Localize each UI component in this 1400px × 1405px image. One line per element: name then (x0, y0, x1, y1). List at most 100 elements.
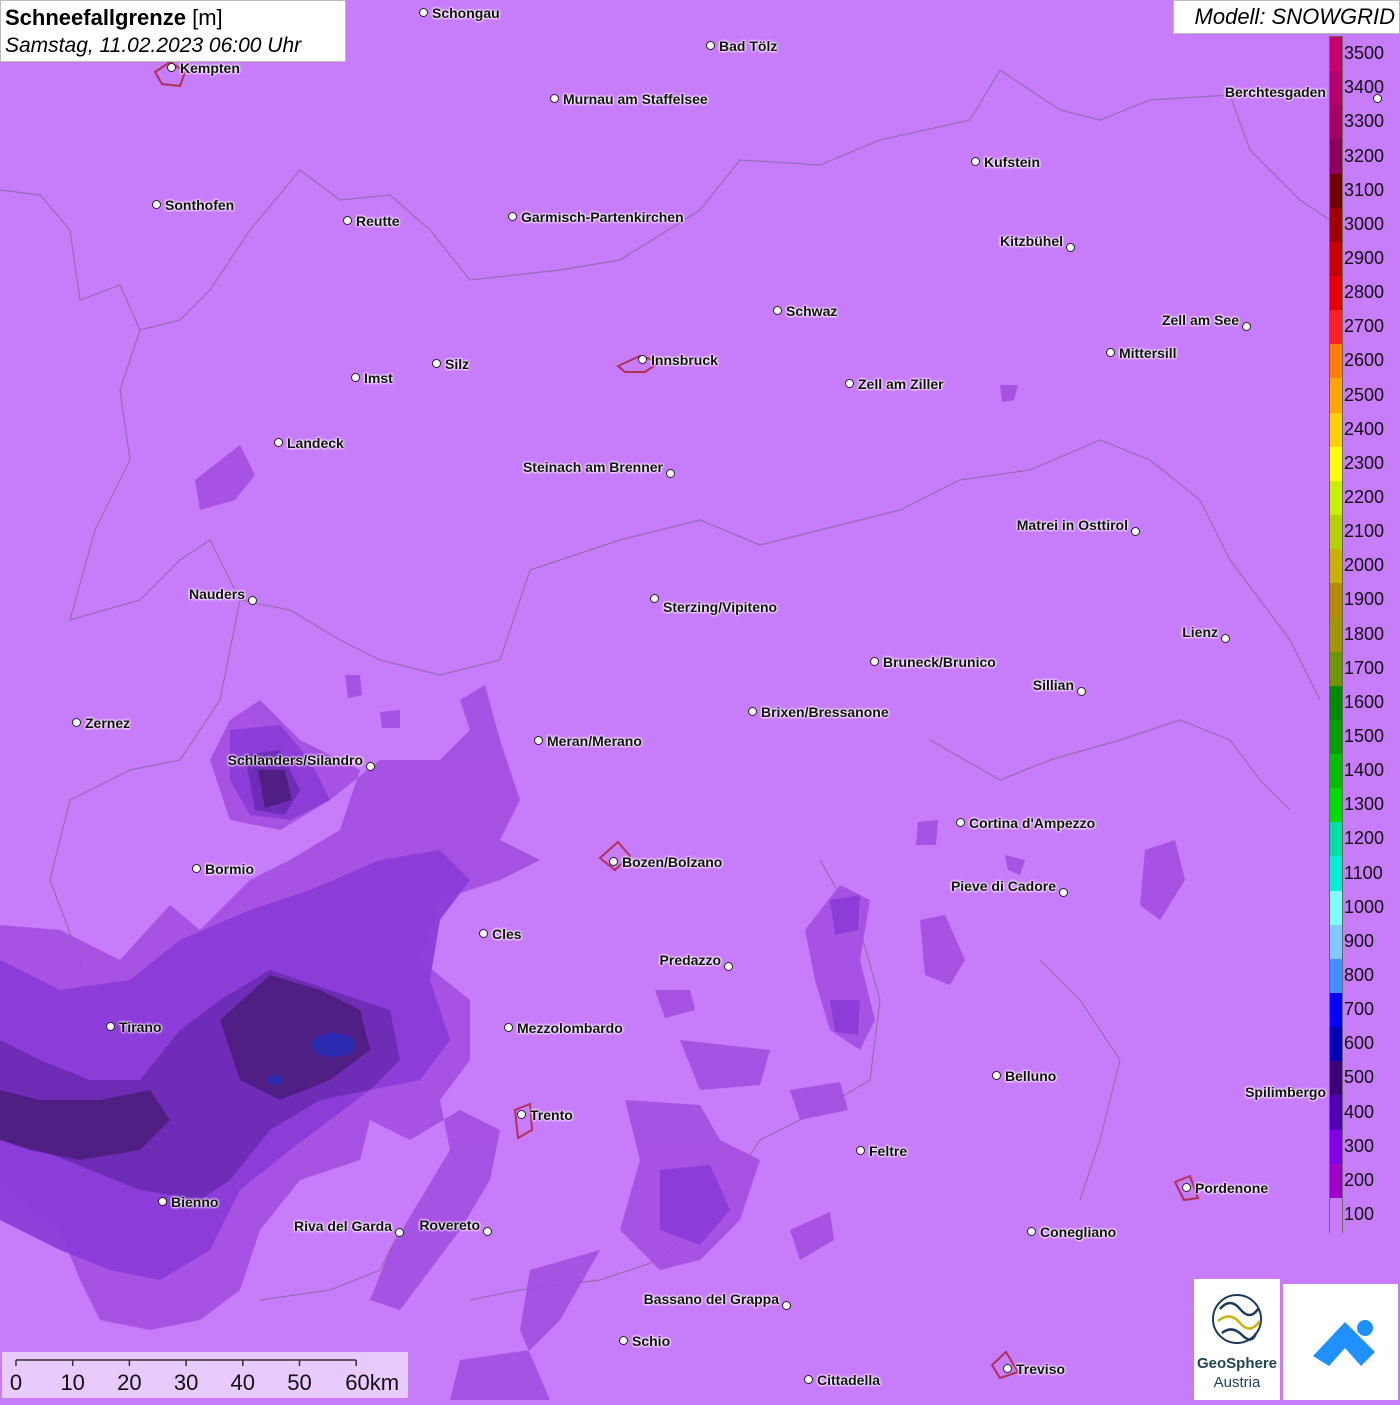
legend-swatch (1330, 412, 1342, 448)
city-marker (638, 355, 647, 364)
city-marker (666, 469, 675, 478)
legend-swatch (1330, 310, 1342, 346)
city-label: Kempten (180, 60, 240, 76)
city-marker (152, 200, 161, 209)
legend-label: 2100 (1344, 521, 1385, 542)
legend-swatch (1330, 207, 1342, 243)
legend-label: 1700 (1344, 657, 1385, 678)
title-unit: [m] (192, 5, 223, 30)
legend-swatch (1330, 37, 1342, 73)
city-label: Silz (445, 356, 470, 372)
city-marker (72, 718, 81, 727)
city-label: Bad Tölz (719, 38, 778, 54)
mountain-icon (1313, 1320, 1375, 1366)
legend-label: 3000 (1344, 213, 1385, 234)
legend-swatch (1330, 446, 1342, 482)
legend-label: 2000 (1344, 555, 1385, 576)
city-label: Zernez (85, 715, 131, 731)
legend-swatch (1330, 583, 1342, 619)
city-label: Predazzo (659, 952, 721, 968)
city-marker (534, 736, 543, 745)
city-marker (845, 379, 854, 388)
geosphere-emblem-icon (1212, 1294, 1262, 1344)
city-marker (1027, 1227, 1036, 1236)
city-label: Murnau am Staffelsee (563, 91, 708, 107)
scale-bar: 0 10 20 30 40 50 60km (2, 1352, 408, 1398)
legend-swatch (1330, 71, 1342, 107)
legend-label: 1000 (1344, 896, 1385, 917)
scale-label: 30 (173, 1370, 199, 1395)
legend-label: 2900 (1344, 247, 1385, 268)
city-label: Treviso (1016, 1361, 1066, 1377)
legend-label: 2500 (1344, 384, 1385, 405)
legend-swatch (1330, 105, 1342, 141)
city-marker (504, 1023, 513, 1032)
city-marker (517, 1110, 526, 1119)
legend-swatch (1330, 856, 1342, 892)
city-marker (724, 962, 733, 971)
geosphere-logo: GeoSphere Austria (1194, 1279, 1280, 1400)
city-label: Garmisch-Partenkirchen (521, 209, 684, 225)
city-label: Pieve di Cadore (950, 878, 1056, 894)
legend-label: 2600 (1344, 350, 1385, 371)
city-label: Spilimbergo (1245, 1084, 1326, 1100)
city-label: Trento (530, 1107, 573, 1123)
city-marker (248, 596, 257, 605)
city-label: Reutte (356, 213, 400, 229)
city-label: Bormio (205, 861, 254, 877)
legend-swatch (1330, 276, 1342, 312)
scale-label: 20 (117, 1370, 142, 1395)
city-label: Bassano del Grappa (643, 1291, 779, 1307)
legend-swatch (1330, 1163, 1342, 1199)
title-text: Schneefallgrenze (5, 5, 186, 30)
city-marker (1059, 888, 1068, 897)
city-marker (1182, 1183, 1191, 1192)
legend-label: 900 (1344, 930, 1375, 951)
city-marker (508, 212, 517, 221)
legend-label: 1300 (1344, 794, 1385, 815)
map-title-box: Schneefallgrenze [m] Samstag, 11.02.2023… (0, 0, 346, 62)
legend-swatch (1330, 1197, 1342, 1233)
scale-label: 40 (230, 1370, 256, 1395)
city-label: Bruneck/Brunico (883, 654, 996, 670)
city-label: Cles (492, 926, 522, 942)
city-marker (366, 762, 375, 771)
city-label: Feltre (869, 1143, 908, 1159)
city-marker (1077, 687, 1086, 696)
city-label: Imst (364, 370, 393, 386)
legend-label: 3300 (1344, 111, 1385, 132)
city-label: Lienz (1182, 624, 1218, 640)
legend-label: 3500 (1344, 43, 1385, 64)
city-label: Schwaz (786, 303, 838, 319)
legend-label: 2200 (1344, 486, 1385, 507)
legend-swatch (1330, 890, 1342, 926)
city-label: Sonthofen (165, 197, 235, 213)
legend-swatch (1330, 617, 1342, 653)
city-label: Conegliano (1040, 1224, 1117, 1240)
legend-swatch (1330, 651, 1342, 687)
legend-swatch (1330, 344, 1342, 380)
city-marker (351, 373, 360, 382)
legend-swatch (1330, 241, 1342, 277)
city-marker (483, 1227, 492, 1236)
scale-label: 10 (60, 1370, 85, 1395)
legend-label: 1800 (1344, 623, 1385, 644)
city-label: Belluno (1005, 1068, 1057, 1084)
city-label: Tirano (119, 1019, 162, 1035)
city-label: Landeck (287, 435, 344, 451)
legend-swatch (1330, 378, 1342, 414)
legend-label: 500 (1344, 1067, 1375, 1088)
geosphere-country: Austria (1213, 1374, 1261, 1391)
legend-swatch (1330, 788, 1342, 824)
city-label: Innsbruck (651, 352, 718, 368)
legend-label: 300 (1344, 1135, 1375, 1156)
legend-label: 100 (1344, 1203, 1375, 1224)
legend-swatch (1330, 1061, 1342, 1097)
city-label: Matrei in Osttirol (1016, 517, 1128, 533)
city-label: Cortina d'Ampezzo (969, 815, 1096, 831)
color-legend (1329, 36, 1343, 1233)
city-label: Kitzbühel (1000, 233, 1063, 249)
city-label: Pordenone (1195, 1180, 1269, 1196)
city-marker (1003, 1364, 1012, 1373)
legend-label: 3200 (1344, 145, 1385, 166)
